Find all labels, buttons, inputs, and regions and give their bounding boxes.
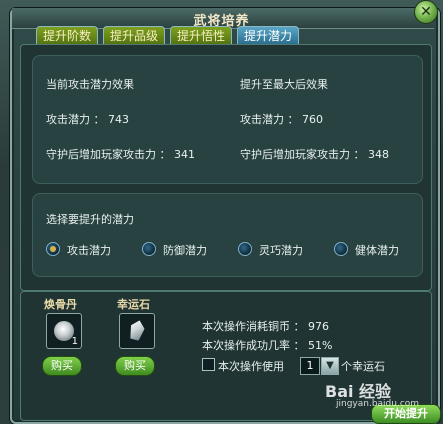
potential-select-panel <box>32 193 423 277</box>
item-slot-bone-pill[interactable]: 1 <box>46 313 82 349</box>
tab-potential[interactable]: 提升潜力 <box>237 26 299 44</box>
radio-label: 防御潜力 <box>163 244 207 257</box>
watermark-url: jingyan.baidu.com <box>336 399 420 409</box>
cost-text: 本次操作消耗铜币 ： 976 <box>202 320 329 333</box>
unit-label: 个幸运石 <box>341 360 385 373</box>
stone-quantity-input[interactable]: 1 <box>300 357 320 375</box>
item-name-lucky-stone: 幸运石 <box>117 298 150 311</box>
chevron-down-icon[interactable]: ▼ <box>321 357 339 375</box>
success-rate-text: 本次操作成功几率 ： 51% <box>202 339 333 352</box>
use-lucky-stone-checkbox[interactable] <box>202 358 215 371</box>
current-attack-potential: 攻击潜力 ： 743 <box>46 113 129 126</box>
current-effect-heading: 当前攻击潜力效果 <box>46 78 134 91</box>
radio-label: 灵巧潜力 <box>259 244 303 257</box>
max-effect-heading: 提升至最大后效果 <box>240 78 328 91</box>
item-count: 1 <box>71 336 78 347</box>
buy-button-bone-pill[interactable]: 购买 <box>42 356 82 376</box>
item-name-bone-pill: 焕骨丹 <box>44 298 77 311</box>
item-slot-lucky-stone[interactable] <box>119 313 155 349</box>
potential-select-heading: 选择要提升的潜力 <box>46 213 134 226</box>
buy-button-lucky-stone[interactable]: 购买 <box>115 356 155 376</box>
radio-label: 健体潜力 <box>355 244 399 257</box>
radio-icon[interactable] <box>238 242 252 256</box>
use-label: 本次操作使用 <box>218 360 284 373</box>
close-button[interactable]: ✕ <box>414 0 438 24</box>
gem-icon <box>128 319 147 342</box>
max-attack-potential: 攻击潜力 ： 760 <box>240 113 323 126</box>
radio-icon[interactable] <box>46 242 60 256</box>
tab-insight[interactable]: 提升悟性 <box>170 26 232 44</box>
tab-grade[interactable]: 提升品级 <box>103 26 165 44</box>
current-guard-bonus: 守护后增加玩家攻击力 ： 341 <box>46 148 195 161</box>
radio-icon[interactable] <box>142 242 156 256</box>
radio-label: 攻击潜力 <box>67 244 111 257</box>
tab-rank[interactable]: 提升阶数 <box>36 26 98 44</box>
radio-icon[interactable] <box>334 242 348 256</box>
max-guard-bonus: 守护后增加玩家攻击力 ： 348 <box>240 148 389 161</box>
